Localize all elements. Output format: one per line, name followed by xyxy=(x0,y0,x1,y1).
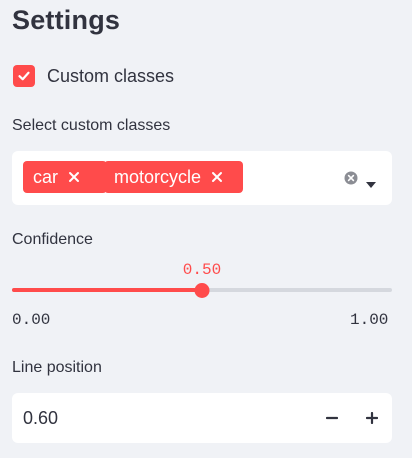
select-classes-label: Select custom classes xyxy=(12,117,171,134)
sidebar-title: Settings xyxy=(12,5,121,35)
confidence-min: 0.00 xyxy=(12,311,51,329)
tag-motorcycle: motorcycle xyxy=(104,161,243,193)
tag-label: motorcycle xyxy=(114,166,202,187)
increment-button[interactable] xyxy=(352,393,392,443)
plus-icon xyxy=(366,412,378,424)
custom-classes-multiselect[interactable]: car motorcycle xyxy=(12,151,392,205)
confidence-max: 1.00 xyxy=(350,311,389,329)
remove-tag-icon[interactable] xyxy=(67,170,81,184)
confidence-value: 0.50 xyxy=(182,261,222,279)
clear-circle-icon[interactable] xyxy=(344,171,358,185)
tag-label: car xyxy=(33,166,59,187)
decrement-button[interactable] xyxy=(312,393,352,443)
line-position-label: Line position xyxy=(12,359,102,376)
checkbox-checked-icon[interactable] xyxy=(13,65,35,87)
confidence-label: Confidence xyxy=(12,231,93,248)
custom-classes-label[interactable]: Custom classes xyxy=(47,66,174,87)
minus-icon xyxy=(326,416,338,420)
caret-down-icon[interactable] xyxy=(366,175,376,188)
tag-car: car xyxy=(23,161,107,193)
line-position-value[interactable]: 0.60 xyxy=(23,408,58,429)
line-position-input[interactable]: 0.60 xyxy=(12,393,392,443)
remove-tag-icon[interactable] xyxy=(210,170,224,184)
confidence-slider-thumb[interactable] xyxy=(194,283,210,298)
confidence-slider-fill xyxy=(12,288,202,292)
custom-classes-checkbox[interactable]: Custom classes xyxy=(13,64,174,88)
